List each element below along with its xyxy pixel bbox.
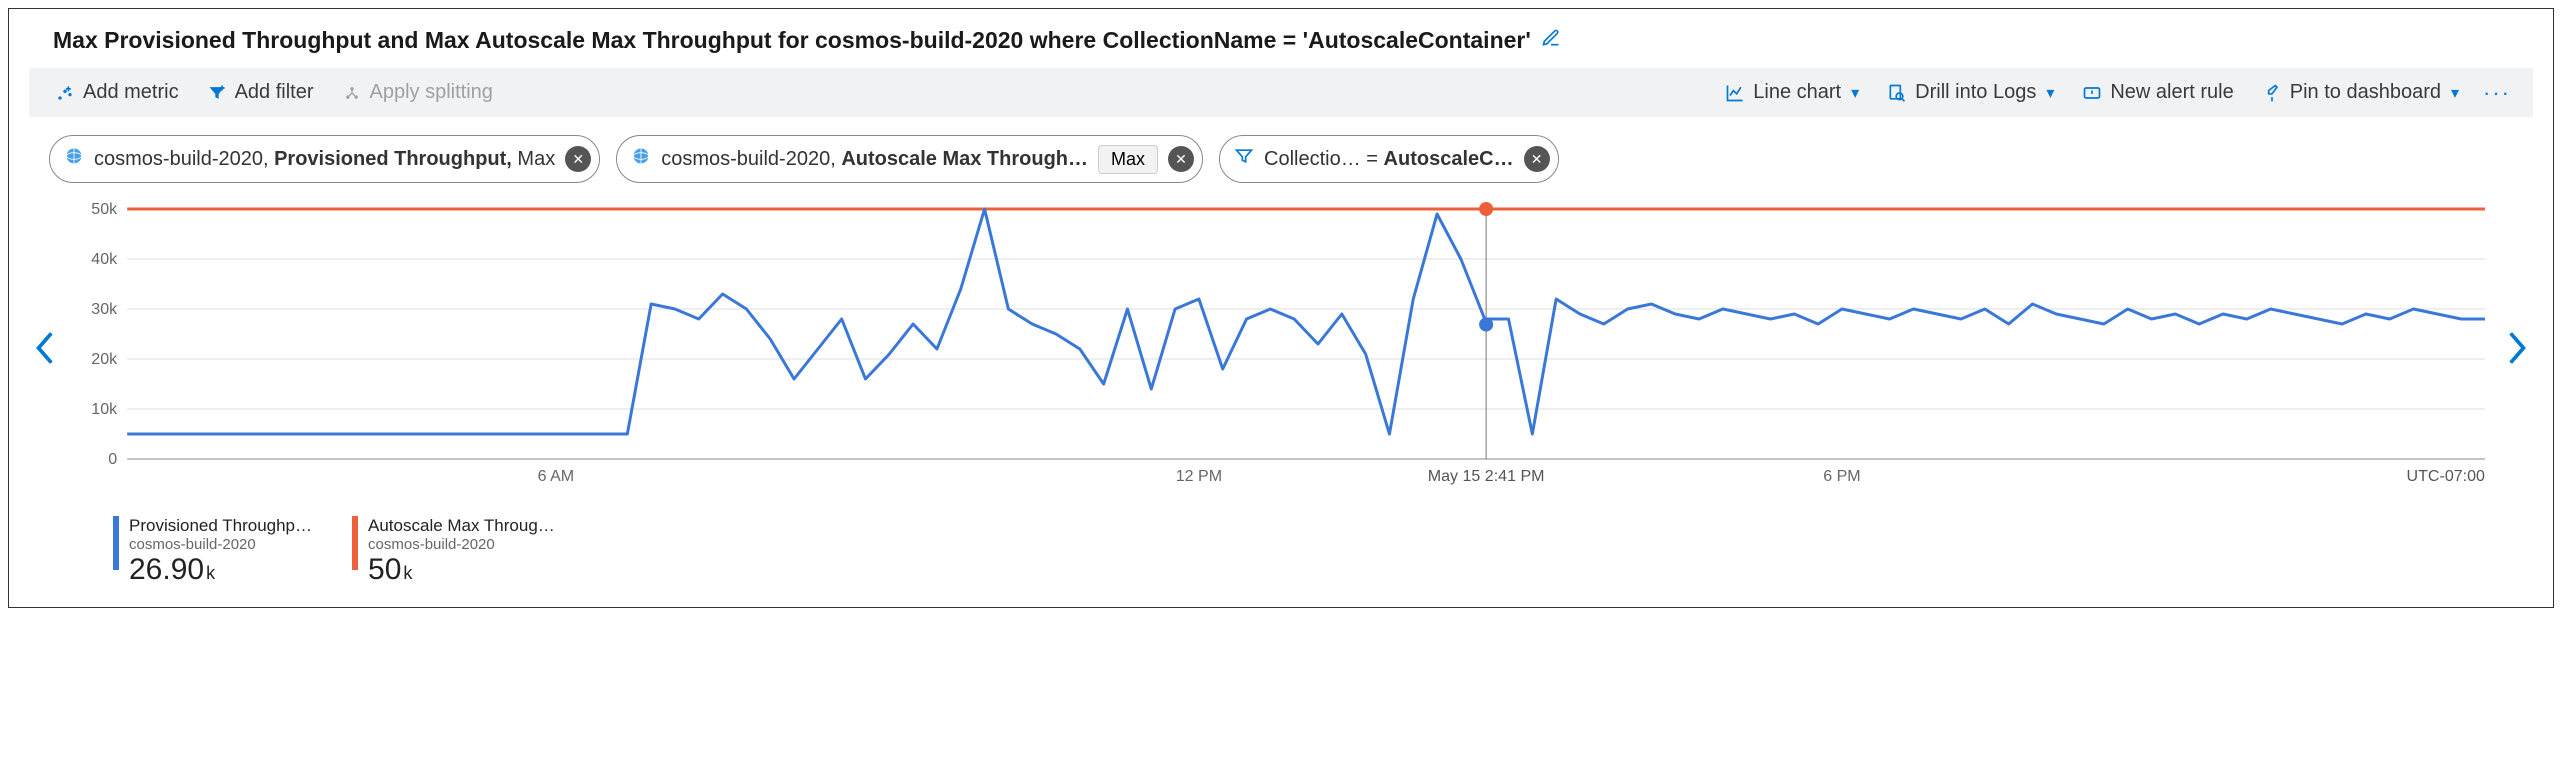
chart-svg[interactable]: 50k 40k 30k 20k 10k 0 6 AM 12 PM 6 PM UTC-07:00 Ma… [67, 199, 2495, 499]
chart[interactable]: 50k 40k 30k 20k 10k 0 6 AM 12 PM 6 PM UTC-07:00 Ma… [67, 199, 2495, 504]
svg-text:May 15 2:41 PM: May 15 2:41 PM [1428, 467, 1545, 485]
edit-title-icon[interactable] [1541, 28, 1561, 53]
svg-text:20k: 20k [91, 350, 118, 368]
svg-text:12 PM: 12 PM [1176, 467, 1222, 485]
svg-text:0: 0 [108, 450, 117, 468]
apply-splitting-icon [342, 83, 362, 103]
pin-label: Pin to dashboard [2290, 81, 2441, 104]
line-chart-icon [1725, 83, 1745, 103]
legend-value: 26.90k [129, 553, 312, 587]
legend-item-autoscale[interactable]: Autoscale Max Throug… cosmos-build-2020 … [352, 516, 555, 587]
legend-color-swatch [113, 516, 119, 570]
prev-time-button[interactable] [29, 329, 59, 375]
new-alert-label: New alert rule [2110, 81, 2233, 104]
remove-pill-icon[interactable]: ✕ [565, 146, 591, 172]
remove-pill-icon[interactable]: ✕ [1168, 146, 1194, 172]
legend-item-provisioned[interactable]: Provisioned Throughp… cosmos-build-2020 … [113, 516, 312, 587]
pill-text: cosmos-build-2020, Autoscale Max Through… [661, 148, 1088, 171]
next-time-button[interactable] [2503, 329, 2533, 375]
svg-text:6 PM: 6 PM [1823, 467, 1860, 485]
chevron-down-icon: ▾ [2046, 83, 2054, 103]
legend-metric-name: Autoscale Max Throug… [368, 516, 555, 536]
pin-icon [2262, 83, 2282, 103]
cosmos-icon [631, 146, 651, 172]
svg-text:UTC-07:00: UTC-07:00 [2407, 467, 2486, 485]
toolbar: Add metric Add filter Apply splitting [29, 68, 2533, 117]
drill-logs-icon [1887, 83, 1907, 103]
filter-text: Collectio… = AutoscaleC… [1264, 148, 1514, 171]
legend-color-swatch [352, 516, 358, 570]
drill-logs-label: Drill into Logs [1915, 81, 2036, 104]
svg-text:50k: 50k [91, 200, 118, 218]
remove-pill-icon[interactable]: ✕ [1524, 146, 1550, 172]
add-metric-button[interactable]: Add metric [43, 76, 191, 109]
new-alert-button[interactable]: New alert rule [2070, 76, 2245, 109]
svg-text:10k: 10k [91, 400, 118, 418]
more-button[interactable]: ··· [2475, 80, 2519, 106]
cosmos-icon [64, 146, 84, 172]
chevron-down-icon: ▾ [2451, 83, 2459, 103]
chart-zone: 50k 40k 30k 20k 10k 0 6 AM 12 PM 6 PM UTC-07:00 Ma… [29, 183, 2533, 504]
page-title: Max Provisioned Throughput and Max Autos… [53, 27, 1531, 54]
chart-type-button[interactable]: Line chart ▾ [1713, 76, 1871, 109]
filter-pill[interactable]: Collectio… = AutoscaleC… ✕ [1219, 135, 1559, 183]
add-metric-icon [55, 83, 75, 103]
metric-pill-provisioned[interactable]: cosmos-build-2020, Provisioned Throughpu… [49, 135, 600, 183]
add-filter-icon [207, 83, 227, 103]
title-row: Max Provisioned Throughput and Max Autos… [29, 21, 2533, 68]
svg-text:30k: 30k [91, 300, 118, 318]
metric-pill-autoscale[interactable]: cosmos-build-2020, Autoscale Max Through… [616, 135, 1203, 183]
svg-text:40k: 40k [91, 250, 118, 268]
drill-logs-button[interactable]: Drill into Logs ▾ [1875, 76, 2066, 109]
add-filter-button[interactable]: Add filter [195, 76, 326, 109]
legend-resource: cosmos-build-2020 [129, 536, 312, 553]
legend-resource: cosmos-build-2020 [368, 536, 555, 553]
aggregation-chip[interactable]: Max [1098, 145, 1158, 174]
apply-splitting-label: Apply splitting [370, 81, 493, 104]
add-filter-label: Add filter [235, 81, 314, 104]
svg-text:6 AM: 6 AM [538, 467, 575, 485]
chevron-down-icon: ▾ [1851, 83, 1859, 103]
pin-button[interactable]: Pin to dashboard ▾ [2250, 76, 2471, 109]
alert-icon [2082, 83, 2102, 103]
add-metric-label: Add metric [83, 81, 179, 104]
metric-pill-row: cosmos-build-2020, Provisioned Throughpu… [29, 117, 2533, 183]
metrics-panel: Max Provisioned Throughput and Max Autos… [8, 8, 2554, 608]
chart-type-label: Line chart [1753, 81, 1841, 104]
legend-metric-name: Provisioned Throughp… [129, 516, 312, 536]
legend: Provisioned Throughp… cosmos-build-2020 … [29, 504, 2533, 587]
pill-text: cosmos-build-2020, Provisioned Throughpu… [94, 148, 555, 171]
filter-icon [1234, 146, 1254, 172]
apply-splitting-button: Apply splitting [330, 76, 505, 109]
legend-value: 50k [368, 553, 555, 587]
